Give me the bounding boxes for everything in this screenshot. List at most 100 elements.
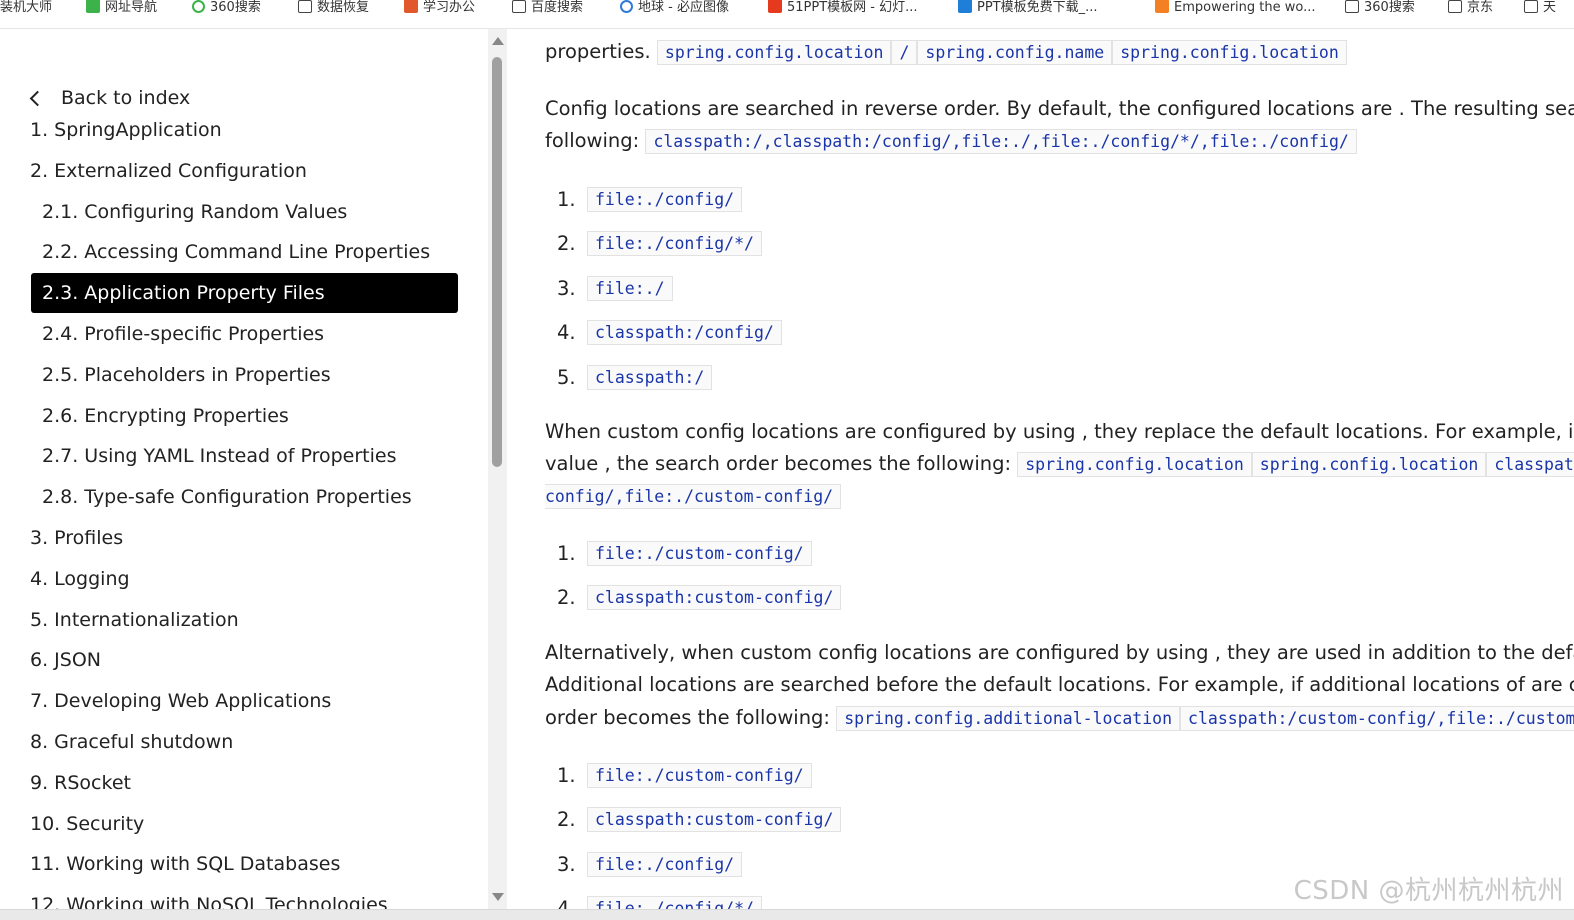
- bookmark-label: 360搜索: [210, 0, 261, 15]
- bookmark-label: 装机大师: [0, 0, 53, 15]
- toc-item[interactable]: 7. Developing Web Applications: [30, 681, 331, 721]
- bookmark-label: 地球 - 必应图像: [638, 0, 729, 15]
- bookmarks-bar: 装机大师 网址导航 360搜索 数据恢复 学习办公 百度搜索 地球 - 必应图像 51PPT模…: [0, 0, 1574, 29]
- office-icon: [404, 0, 418, 13]
- bookmark-item[interactable]: 360搜索: [192, 0, 261, 16]
- list-number: 2.: [557, 586, 576, 609]
- inline-code: file:./custom-config/: [587, 540, 812, 566]
- toc-item[interactable]: 1. SpringApplication: [30, 110, 222, 150]
- inline-code: classpath:/cu: [1486, 452, 1574, 477]
- bookmark-label: Empowering the wo...: [1174, 0, 1316, 15]
- bookmark-item[interactable]: 360搜索: [1345, 0, 1415, 16]
- toc-item[interactable]: 2.6. Encrypting Properties: [42, 396, 289, 436]
- paragraph-text: When custom config locations are configu…: [545, 420, 1574, 443]
- toc-item[interactable]: 2.7. Using YAML Instead of Properties: [42, 436, 396, 476]
- back-to-index-link[interactable]: Back to index: [26, 87, 190, 109]
- inline-code: file:./config/*/: [587, 896, 762, 909]
- list-item: 3. file:./config/: [557, 848, 743, 880]
- paragraph-text: following:: [545, 129, 640, 152]
- list-number: 3.: [557, 852, 576, 876]
- list-item: 1. file:./custom-config/: [557, 759, 812, 791]
- list-item: 2. classpath:custom-config/: [557, 804, 842, 836]
- list-item: 3. file:./: [557, 272, 673, 304]
- inline-code: classpath:custom-config/: [587, 585, 842, 610]
- toc-item[interactable]: 6. JSON: [30, 640, 101, 680]
- youxuan-icon: [958, 0, 972, 13]
- toc-item[interactable]: 12. Working with NoSQL Technologies: [30, 885, 388, 909]
- inline-code: file:./: [587, 275, 673, 301]
- list-number: 1.: [557, 763, 576, 787]
- list-item: 4. file:./config/*/: [557, 893, 762, 909]
- bookmark-label: 天: [1543, 0, 1557, 15]
- list-item: 2. file:./config/*/: [557, 228, 762, 260]
- toc-item[interactable]: 3. Profiles: [30, 518, 123, 558]
- toc-item[interactable]: 2. Externalized Configuration: [30, 151, 307, 191]
- paragraph-text: order becomes the following:: [545, 706, 831, 729]
- paragraph-following: following: classpath:/,classpath:/config…: [545, 125, 1357, 158]
- toc-item[interactable]: 11. Working with SQL Databases: [30, 844, 340, 884]
- bookmark-label: 京东: [1467, 0, 1494, 15]
- inline-code: config/,file:./custom-config/: [545, 484, 842, 509]
- paragraph-text: Additional locations are searched before…: [545, 673, 1574, 696]
- toc-item[interactable]: 9. RSocket: [30, 763, 131, 803]
- inline-code: spring.config.location: [656, 40, 892, 65]
- back-to-index-label: Back to index: [61, 87, 191, 109]
- page-icon: [1345, 0, 1359, 13]
- hao-icon: [86, 0, 100, 13]
- paragraph-text: Alternatively, when custom config locati…: [545, 641, 1574, 664]
- list-item: 4. classpath:/config/: [557, 317, 782, 349]
- toc-item[interactable]: 10. Security: [30, 804, 144, 844]
- inline-code: spring.config.location: [1112, 40, 1347, 65]
- list-item: 5. classpath:/: [557, 361, 713, 393]
- bookmark-item[interactable]: 51PPT模板网 - 幻灯...: [768, 0, 918, 16]
- list-number: 4.: [557, 321, 576, 344]
- inline-code: classpath:/,classpath:/config/,file:./,f…: [645, 129, 1357, 154]
- bookmark-item[interactable]: 天: [1524, 0, 1556, 16]
- horizontal-scrollbar[interactable]: [0, 909, 1574, 920]
- bookmark-item[interactable]: Empowering the wo...: [1155, 0, 1316, 16]
- toc-item[interactable]: 4. Logging: [30, 559, 130, 599]
- scroll-down-arrow-icon[interactable]: [492, 893, 504, 901]
- bookmark-item[interactable]: PPT模板免费下载_...: [958, 0, 1098, 16]
- bookmark-item[interactable]: 地球 - 必应图像: [620, 0, 729, 16]
- bookmark-label: 百度搜索: [531, 0, 584, 15]
- list-number: 1.: [557, 187, 576, 211]
- bookmark-item[interactable]: 网址导航: [86, 0, 157, 16]
- paragraph-text: value , the search order becomes the fol…: [545, 452, 1012, 475]
- bookmark-item[interactable]: 学习办公: [404, 0, 475, 16]
- inline-code: file:./config/: [587, 186, 743, 212]
- toc-item[interactable]: 2.8. Type-safe Configuration Properties: [42, 477, 412, 517]
- bing-search-icon: [620, 0, 633, 13]
- toc-item-active[interactable]: 2.3. Application Property Files: [31, 273, 458, 314]
- list-number: 2.: [557, 232, 576, 255]
- bookmark-label: 360搜索: [1364, 0, 1415, 15]
- inline-code: file:./config/*/: [587, 231, 762, 256]
- bookmark-item[interactable]: 百度搜索: [512, 0, 583, 16]
- sidebar-scrollbar[interactable]: [488, 29, 507, 909]
- inline-code: spring.config.name: [917, 40, 1113, 65]
- inline-code: /: [891, 40, 918, 65]
- bookmark-label: PPT模板免费下载_...: [977, 0, 1098, 15]
- toc-item[interactable]: 5. Internationalization: [30, 600, 239, 640]
- bookmark-item[interactable]: 装机大师: [0, 0, 52, 16]
- bookmark-item[interactable]: 京东: [1448, 0, 1493, 16]
- inline-code: spring.config.location: [1251, 452, 1487, 477]
- scroll-up-arrow-icon[interactable]: [492, 37, 504, 45]
- bookmark-label: 数据恢复: [317, 0, 370, 15]
- toc-item[interactable]: 2.1. Configuring Random Values: [42, 192, 347, 232]
- toc-item[interactable]: 2.5. Placeholders in Properties: [42, 355, 331, 395]
- scrollbar-thumb[interactable]: [492, 57, 502, 467]
- bookmark-label: 51PPT模板网 - 幻灯...: [787, 0, 918, 15]
- toc-item[interactable]: 2.4. Profile-specific Properties: [42, 314, 324, 354]
- page-icon: [1448, 0, 1462, 13]
- page-icon: [298, 0, 312, 13]
- bookmark-item[interactable]: 数据恢复: [298, 0, 369, 16]
- paragraph-text: Config locations are searched in reverse…: [545, 97, 1574, 120]
- inline-code: classpath:/config/: [587, 320, 782, 345]
- toc-item[interactable]: 2.2. Accessing Command Line Properties: [42, 232, 430, 272]
- list-item: 1. file:./custom-config/: [557, 537, 812, 569]
- page-icon: [512, 0, 526, 13]
- list-number: 4.: [557, 897, 576, 909]
- toc-item[interactable]: 8. Graceful shutdown: [30, 722, 233, 762]
- inline-code: classpath:/custom-config/,file:./custom-…: [1180, 706, 1574, 731]
